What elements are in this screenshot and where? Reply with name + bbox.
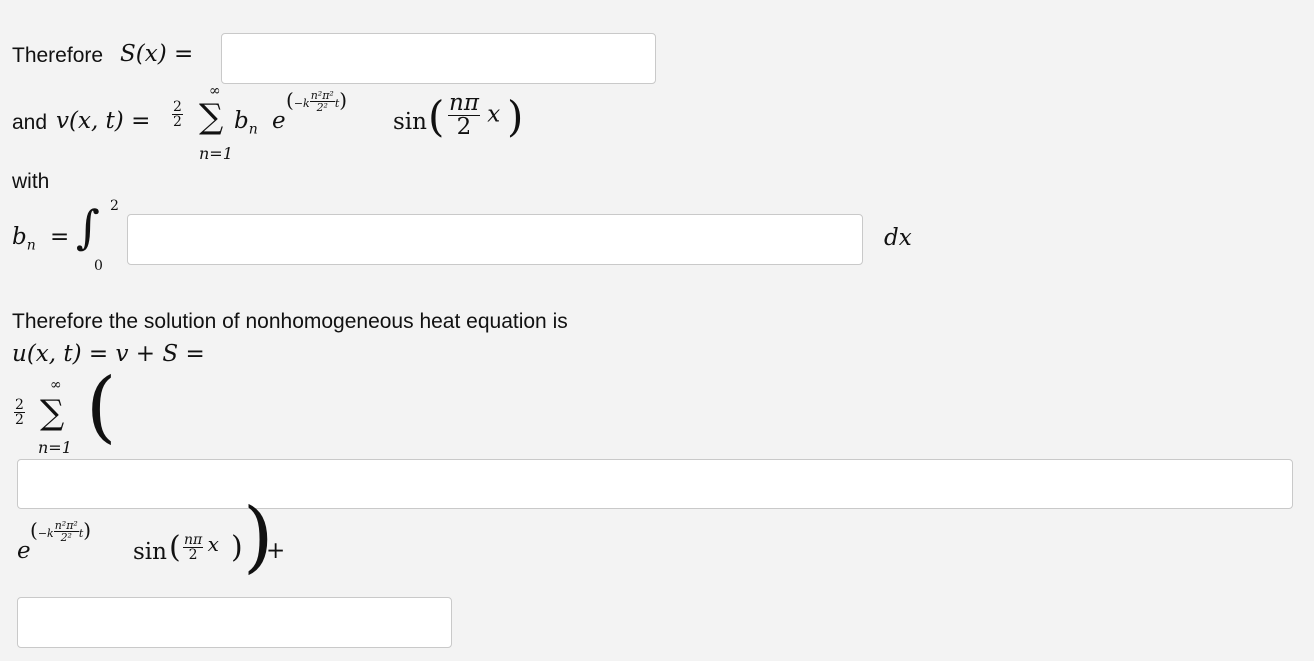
sin-function: sin bbox=[393, 109, 427, 135]
sum-lower-limit-2: n=1 bbox=[38, 438, 72, 457]
integral-lower-limit: 0 bbox=[94, 258, 103, 274]
exponential-e: e bbox=[272, 108, 286, 134]
b-n-term: bn bbox=[234, 108, 258, 138]
s-of-x-expression: S(x) = bbox=[120, 41, 194, 67]
therefore-label: Therefore bbox=[12, 44, 104, 67]
sin-argument: nπ 2 x bbox=[448, 90, 501, 140]
sum-lower-limit: n=1 bbox=[199, 144, 233, 163]
solution-sentence: Therefore the solution of nonhomogeneous… bbox=[12, 310, 568, 333]
v-expression-lhs: v(x, t) = bbox=[56, 108, 151, 134]
integral-upper-limit: 2 bbox=[110, 198, 119, 214]
close-paren: ) bbox=[507, 92, 524, 141]
sum-symbol-icon-2: ∑ bbox=[40, 393, 65, 433]
final-term-input[interactable] bbox=[17, 597, 452, 648]
close-paren-2: ) bbox=[231, 530, 243, 565]
with-label: with bbox=[12, 170, 50, 193]
dx-label: dx bbox=[884, 225, 912, 251]
exponent-group-2: (−k n²π² 2² t) bbox=[30, 518, 92, 544]
plus-sign: + bbox=[266, 538, 286, 564]
big-close-paren: ) bbox=[243, 492, 274, 582]
coefficient-fraction: 22 bbox=[172, 99, 183, 130]
open-paren: ( bbox=[428, 92, 445, 141]
series-term-input[interactable] bbox=[17, 459, 1293, 509]
and-label: and bbox=[12, 111, 48, 134]
s-of-x-input[interactable] bbox=[221, 33, 656, 84]
exponent-group: (−k n²π² 2² t) bbox=[286, 88, 348, 114]
big-open-paren: ( bbox=[86, 362, 117, 452]
sin-function-2: sin bbox=[133, 539, 167, 565]
equals-sign: = bbox=[50, 224, 70, 250]
sin-argument-2: nπ 2 x bbox=[183, 531, 219, 563]
integral-sign-icon: ∫ bbox=[76, 200, 100, 254]
open-paren-2: ( bbox=[169, 530, 181, 565]
exponential-e-2: e bbox=[17, 538, 31, 564]
coefficient-fraction-2: 22 bbox=[14, 397, 25, 428]
integrand-input[interactable] bbox=[127, 214, 863, 265]
sum-upper-limit-2: ∞ bbox=[50, 377, 62, 393]
sum-symbol-icon: ∑ bbox=[199, 97, 224, 137]
b-n-lhs: bn bbox=[12, 224, 36, 254]
